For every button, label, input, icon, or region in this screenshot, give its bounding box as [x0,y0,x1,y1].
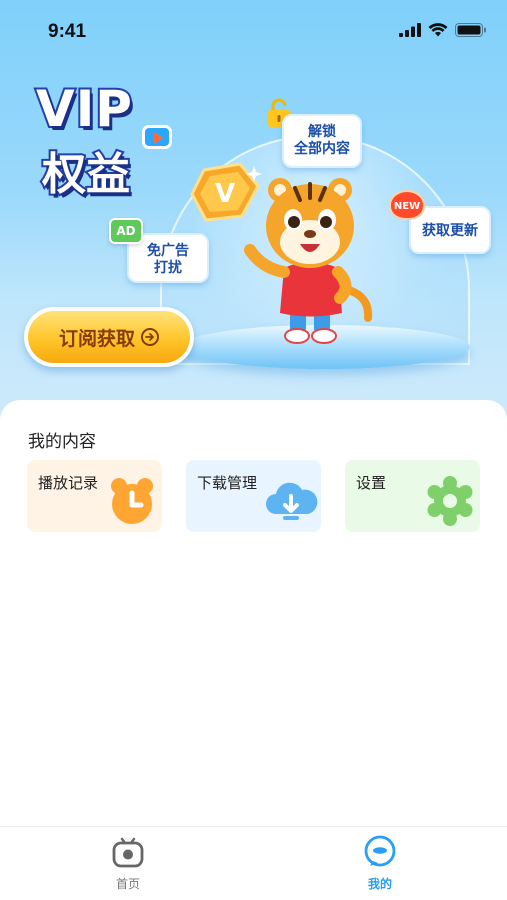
tile-label: 播放记录 [38,474,99,492]
tv-play-icon [142,125,172,149]
feature-update-label: 获取更新 [422,223,478,239]
cloud-download-icon [266,482,318,520]
vip-logo: VIP 权益 [26,78,176,205]
tab-home-label: 首页 [115,877,140,891]
section-title: 我的内容 [28,432,96,452]
tv-icon [112,837,144,868]
subscribe-button-face[interactable]: 订阅获取 [28,311,190,363]
tab-mine-label: 我的 [367,877,392,891]
vip-hero-banner[interactable]: 9:41 VIP 权益 V 解锁 全部内容 获取更新 NEW 免广告 打扰 AD… [0,0,507,430]
download-manager-tile[interactable]: 下载管理 [186,460,321,532]
ad-badge-icon: AD [109,218,143,244]
svg-text:V: V [215,179,235,209]
arrow-right-circle-icon [141,328,159,346]
wifi-icon [428,23,448,37]
status-time: 9:41 [48,21,87,42]
new-badge-icon: NEW [389,190,425,220]
chat-bubble-icon [364,835,396,867]
vip-subtitle: 权益 [40,147,132,202]
my-content-section: 我的内容 播放记录 下载管理 设置 [0,400,507,826]
vip-title: VIP [34,78,134,140]
tab-home[interactable]: 首页 [88,835,168,895]
status-icons [399,23,487,37]
feature-unlock-card: 解锁 全部内容 [282,114,362,168]
feature-no-ads-line1: 免广告 [147,243,189,259]
tile-label: 设置 [356,474,387,492]
play-history-tile[interactable]: 播放记录 [27,460,162,532]
feature-unlock-line2: 全部内容 [294,141,350,157]
feature-unlock-line1: 解锁 [308,124,336,140]
status-bar: 9:41 [0,0,507,64]
tile-label: 下载管理 [197,474,258,492]
gear-icon [427,476,473,526]
alarm-clock-icon [111,478,153,524]
subscribe-button-label: 订阅获取 [58,327,135,350]
settings-tile[interactable]: 设置 [345,460,480,532]
tab-bar: 首页 我的 [0,826,507,900]
subscribe-button[interactable]: 订阅获取 [24,307,194,367]
feature-no-ads-line2: 打扰 [154,260,182,276]
tiger-mascot [244,178,373,344]
battery-icon [455,23,486,37]
signal-icon [399,23,421,37]
tab-mine[interactable]: 我的 [340,835,420,895]
